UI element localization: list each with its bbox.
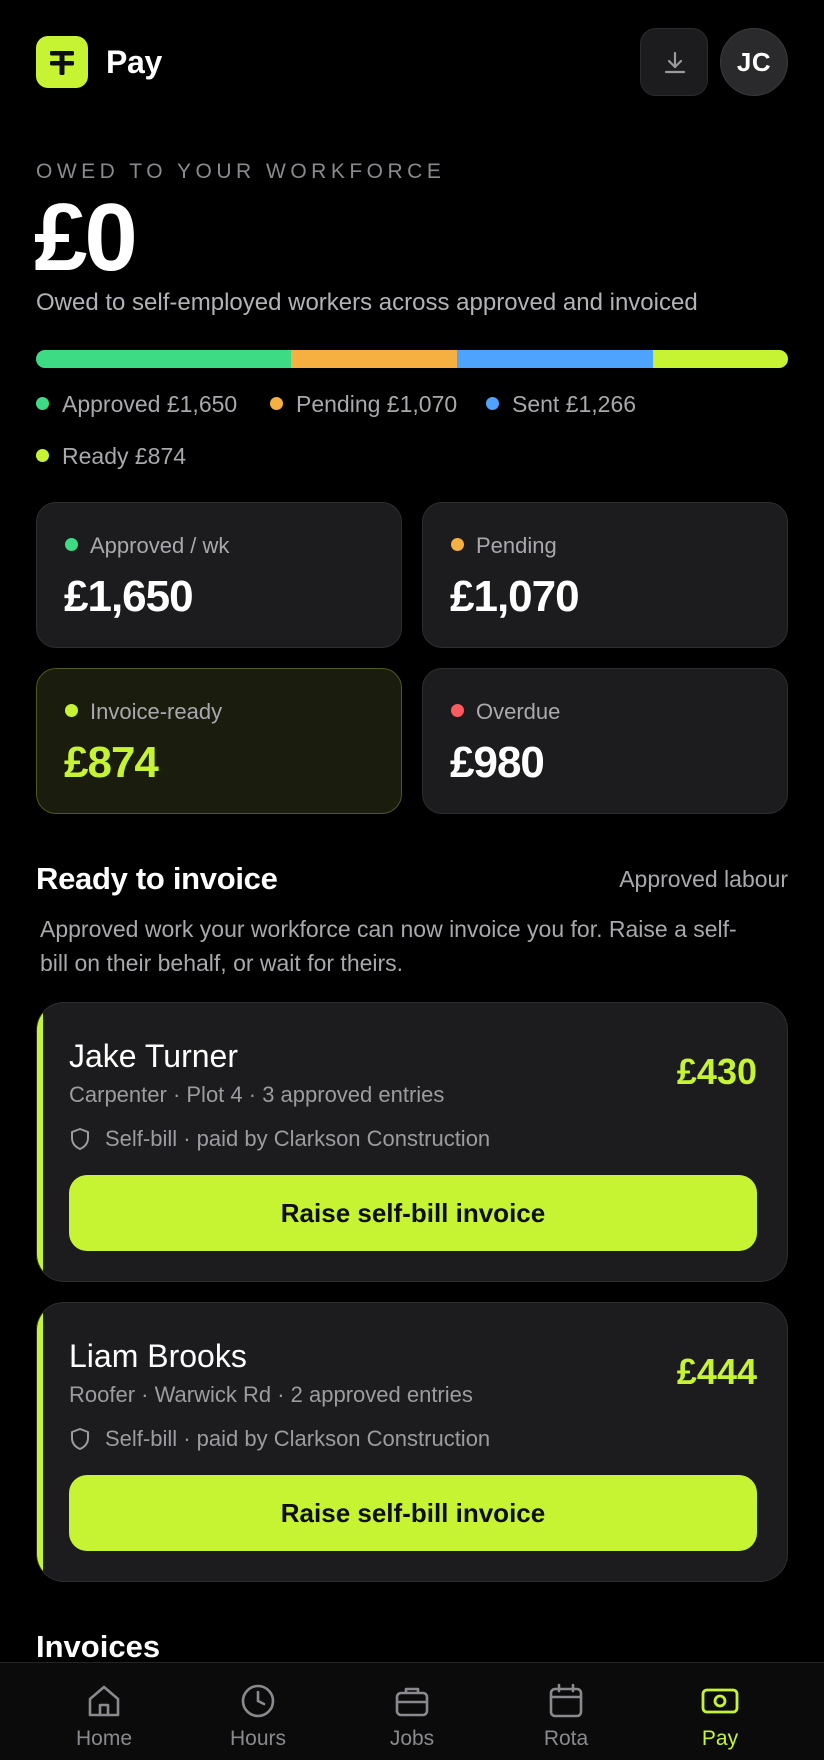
stat-value: £1,650 <box>64 572 194 621</box>
approved-labour-link[interactable]: Approved labour <box>619 864 788 894</box>
bottom-tab-bar: Home Hours Jobs Rota Pay <box>0 1662 824 1760</box>
calendar-icon <box>549 1683 583 1718</box>
app-title: Pay <box>106 44 163 80</box>
breakdown-segment <box>36 350 292 368</box>
worker-meta: Roofer · Warwick Rd · 2 approved entries <box>69 1382 473 1407</box>
raise-self-bill-button[interactable]: Raise self-bill invoice <box>69 1175 757 1251</box>
card-accent <box>37 1003 43 1281</box>
legend-approved: Approved £1,650 <box>36 390 237 418</box>
shield-icon <box>71 1428 89 1450</box>
stat-label: Approved / wk <box>90 533 230 558</box>
clock-icon <box>241 1684 275 1718</box>
status-dot <box>65 704 78 717</box>
section-title-invoices: Invoices <box>36 1629 161 1664</box>
stat-card-overdue[interactable]: Overdue £980 <box>422 668 788 814</box>
breakdown-bar <box>36 350 788 368</box>
shield-icon <box>71 1128 89 1150</box>
worker-card: Liam Brooks Roofer · Warwick Rd · 2 appr… <box>36 1302 788 1582</box>
tab-label: Hours <box>229 1727 287 1750</box>
stat-value: £1,070 <box>450 572 580 621</box>
stat-card-invoice-ready[interactable]: Invoice-ready £874 <box>36 668 402 814</box>
stat-value: £980 <box>450 738 545 787</box>
card-accent <box>37 1303 43 1581</box>
tab-pay[interactable]: Pay <box>643 1663 797 1760</box>
worker-amount: £430 <box>676 1051 757 1092</box>
breakdown-segment <box>291 350 457 368</box>
legend-ready: Ready £874 <box>36 442 186 470</box>
total-subtitle: Owed to self-employed workers across app… <box>36 289 698 316</box>
stat-label: Overdue <box>476 699 561 724</box>
status-dot <box>451 704 464 717</box>
breakdown-segment <box>456 350 653 368</box>
pay-icon <box>701 1688 739 1714</box>
selfbill-info: Self-bill · paid by Clarkson Constructio… <box>69 1425 490 1453</box>
tab-hours[interactable]: Hours <box>181 1663 335 1760</box>
worker-name: Liam Brooks <box>69 1338 247 1374</box>
tab-label: Home <box>75 1727 133 1750</box>
avatar[interactable]: JC <box>720 28 788 96</box>
total-owed: £0 <box>34 184 138 291</box>
selfbill-info: Self-bill · paid by Clarkson Constructio… <box>69 1125 490 1153</box>
worker-card: Jake Turner Carpenter · Plot 4 · 3 appro… <box>36 1002 788 1282</box>
tab-label: Jobs <box>389 1727 435 1750</box>
download-button[interactable] <box>640 28 708 96</box>
raise-self-bill-button[interactable]: Raise self-bill invoice <box>69 1475 757 1551</box>
tab-label: Pay <box>701 1727 739 1750</box>
summary-eyebrow: OWED TO YOUR WORKFORCE <box>36 160 446 183</box>
legend-pending: Pending £1,070 <box>270 390 457 418</box>
tab-rota[interactable]: Rota <box>489 1663 643 1760</box>
pay-logo-icon <box>36 36 88 88</box>
legend-sent: Sent £1,266 <box>486 390 636 418</box>
legend-dot <box>270 397 283 410</box>
stat-card-approved[interactable]: Approved / wk £1,650 <box>36 502 402 648</box>
stat-label: Invoice-ready <box>90 699 223 724</box>
tab-jobs[interactable]: Jobs <box>335 1663 489 1760</box>
tab-home[interactable]: Home <box>27 1663 181 1760</box>
breakdown-segment <box>652 350 788 368</box>
stat-label: Pending <box>476 533 557 558</box>
tab-label: Rota <box>543 1727 589 1750</box>
worker-amount: £444 <box>676 1351 757 1392</box>
worker-name: Jake Turner <box>69 1038 238 1074</box>
home-icon <box>88 1685 120 1717</box>
status-dot <box>451 538 464 551</box>
briefcase-icon <box>395 1687 429 1717</box>
section-title-ready: Ready to invoice <box>36 861 278 896</box>
section-description: Approved work your workforce can now inv… <box>40 916 737 976</box>
legend-dot <box>486 397 499 410</box>
stat-value: £874 <box>64 738 159 787</box>
status-dot <box>65 538 78 551</box>
worker-meta: Carpenter · Plot 4 · 3 approved entries <box>69 1082 445 1107</box>
stat-card-pending[interactable]: Pending £1,070 <box>422 502 788 648</box>
legend-dot <box>36 397 49 410</box>
download-icon <box>664 51 686 74</box>
app-header: Pay JC <box>0 0 824 124</box>
legend-dot <box>36 449 49 462</box>
